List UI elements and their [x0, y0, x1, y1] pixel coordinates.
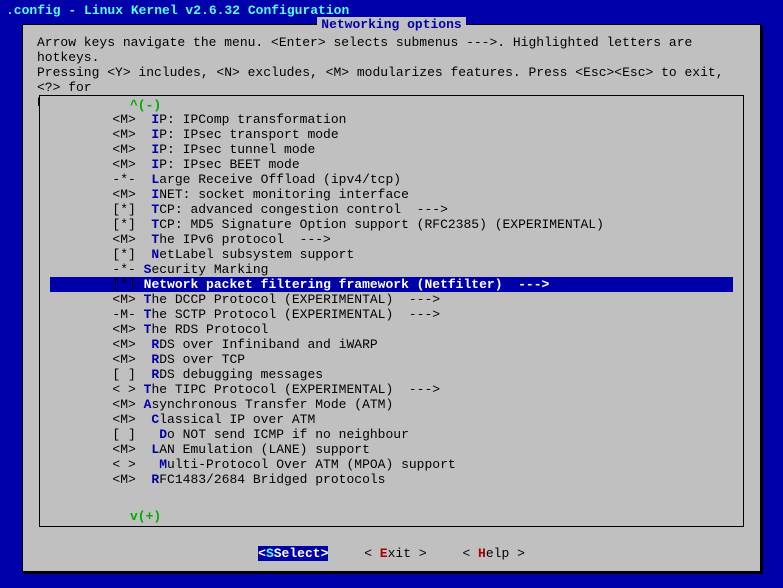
- item-state-indicator: [ ]: [50, 427, 159, 442]
- menu-item[interactable]: [*] Network packet filtering framework (…: [50, 277, 733, 292]
- menu-item[interactable]: <M> IP: IPsec transport mode: [50, 127, 733, 142]
- menu-item[interactable]: <M> IP: IPComp transformation: [50, 112, 733, 127]
- item-state-indicator: [ ]: [50, 367, 151, 382]
- item-state-indicator: <M>: [50, 187, 151, 202]
- item-label: he DCCP Protocol (EXPERIMENTAL) --->: [151, 292, 440, 307]
- item-state-indicator: <M>: [50, 127, 151, 142]
- menu-item[interactable]: <M> The DCCP Protocol (EXPERIMENTAL) ---…: [50, 292, 733, 307]
- item-state-indicator: -M-: [50, 307, 144, 322]
- item-state-indicator: -*-: [50, 172, 151, 187]
- menu-item[interactable]: <M> INET: socket monitoring interface: [50, 187, 733, 202]
- menu-item[interactable]: <M> RDS over TCP: [50, 352, 733, 367]
- item-label: P: IPsec transport mode: [159, 127, 338, 142]
- item-label: synchronous Transfer Mode (ATM): [151, 397, 393, 412]
- help-line-1: Arrow keys navigate the menu. <Enter> se…: [37, 35, 746, 65]
- hotkey-letter: D: [159, 427, 167, 442]
- menu-item[interactable]: <M> IP: IPsec tunnel mode: [50, 142, 733, 157]
- item-state-indicator: <M>: [50, 142, 151, 157]
- menu-item[interactable]: <M> IP: IPsec BEET mode: [50, 157, 733, 172]
- item-label: he TIPC Protocol (EXPERIMENTAL) --->: [151, 382, 440, 397]
- hotkey-letter: M: [159, 457, 167, 472]
- item-label: DS over TCP: [159, 352, 245, 367]
- item-state-indicator: <M>: [50, 472, 151, 487]
- item-state-indicator: [*]: [50, 217, 151, 232]
- item-state-indicator: <M>: [50, 352, 151, 367]
- item-state-indicator: <M>: [50, 157, 151, 172]
- dialog-box: Networking options Arrow keys navigate t…: [22, 24, 761, 572]
- menu-item[interactable]: < > Multi-Protocol Over ATM (MPOA) suppo…: [50, 457, 733, 472]
- item-state-indicator: -*-: [50, 262, 144, 277]
- item-state-indicator: < >: [50, 457, 159, 472]
- menu-item[interactable]: <M> The RDS Protocol: [50, 322, 733, 337]
- item-label: arge Receive Offload (ipv4/tcp): [159, 172, 401, 187]
- item-label: he RDS Protocol: [151, 322, 268, 337]
- item-label: P: IPsec tunnel mode: [159, 142, 315, 157]
- help-button[interactable]: < Help >: [462, 546, 524, 561]
- menu-item[interactable]: <M> RFC1483/2684 Bridged protocols: [50, 472, 733, 487]
- menu-item[interactable]: [*] NetLabel subsystem support: [50, 247, 733, 262]
- item-label: P: IPsec BEET mode: [159, 157, 299, 172]
- item-label: ulti-Protocol Over ATM (MPOA) support: [167, 457, 456, 472]
- item-label: FC1483/2684 Bridged protocols: [159, 472, 385, 487]
- menu-item[interactable]: <M> LAN Emulation (LANE) support: [50, 442, 733, 457]
- help-line-2: Pressing <Y> includes, <N> excludes, <M>…: [37, 65, 746, 95]
- scroll-up-indicator[interactable]: ^(-): [130, 98, 161, 113]
- select-button[interactable]: <SSelect>: [258, 546, 328, 561]
- item-state-indicator: [*]: [50, 202, 151, 217]
- menu-item[interactable]: [ ] Do NOT send ICMP if no neighbour: [50, 427, 733, 442]
- menu-item[interactable]: <M> Classical IP over ATM: [50, 412, 733, 427]
- item-state-indicator: [*]: [50, 277, 144, 292]
- button-bar: <SSelect> < Exit > < Help >: [23, 546, 760, 561]
- item-label: DS debugging messages: [159, 367, 323, 382]
- item-state-indicator: <M>: [50, 292, 144, 307]
- item-label: CP: advanced congestion control --->: [159, 202, 448, 217]
- exit-button[interactable]: < Exit >: [364, 546, 426, 561]
- item-label: P: IPComp transformation: [159, 112, 346, 127]
- item-state-indicator: <M>: [50, 397, 144, 412]
- menu-list[interactable]: <M> IP: IPComp transformation <M> IP: IP…: [40, 96, 743, 503]
- item-label: he SCTP Protocol (EXPERIMENTAL) --->: [151, 307, 440, 322]
- menu-item[interactable]: -*- Security Marking: [50, 262, 733, 277]
- item-label: etwork packet filtering framework (Netfi…: [151, 277, 549, 292]
- menu-item[interactable]: <M> Asynchronous Transfer Mode (ATM): [50, 397, 733, 412]
- item-label: CP: MD5 Signature Option support (RFC238…: [159, 217, 604, 232]
- item-label: NET: socket monitoring interface: [159, 187, 409, 202]
- item-label: DS over Infiniband and iWARP: [159, 337, 377, 352]
- item-label: lassical IP over ATM: [159, 412, 315, 427]
- item-label: o NOT send ICMP if no neighbour: [167, 427, 409, 442]
- item-state-indicator: [*]: [50, 247, 151, 262]
- scroll-down-indicator[interactable]: v(+): [130, 509, 161, 524]
- menu-item[interactable]: -M- The SCTP Protocol (EXPERIMENTAL) ---…: [50, 307, 733, 322]
- item-state-indicator: < >: [50, 382, 144, 397]
- item-label: he IPv6 protocol --->: [159, 232, 331, 247]
- menu-container: ^(-) <M> IP: IPComp transformation <M> I…: [39, 95, 744, 527]
- menu-item[interactable]: <M> The IPv6 protocol --->: [50, 232, 733, 247]
- item-state-indicator: <M>: [50, 112, 151, 127]
- item-label: ecurity Marking: [151, 262, 268, 277]
- menu-item[interactable]: < > The TIPC Protocol (EXPERIMENTAL) ---…: [50, 382, 733, 397]
- item-state-indicator: <M>: [50, 337, 151, 352]
- window-title: .config - Linux Kernel v2.6.32 Configura…: [0, 0, 783, 20]
- menu-item[interactable]: -*- Large Receive Offload (ipv4/tcp): [50, 172, 733, 187]
- item-label: AN Emulation (LANE) support: [159, 442, 370, 457]
- item-state-indicator: <M>: [50, 232, 151, 247]
- item-state-indicator: <M>: [50, 412, 151, 427]
- menu-item[interactable]: [ ] RDS debugging messages: [50, 367, 733, 382]
- screen: .config - Linux Kernel v2.6.32 Configura…: [0, 0, 783, 588]
- menu-item[interactable]: <M> RDS over Infiniband and iWARP: [50, 337, 733, 352]
- item-label: etLabel subsystem support: [159, 247, 354, 262]
- item-state-indicator: <M>: [50, 322, 144, 337]
- menu-item[interactable]: [*] TCP: MD5 Signature Option support (R…: [50, 217, 733, 232]
- item-state-indicator: <M>: [50, 442, 151, 457]
- menu-item[interactable]: [*] TCP: advanced congestion control ---…: [50, 202, 733, 217]
